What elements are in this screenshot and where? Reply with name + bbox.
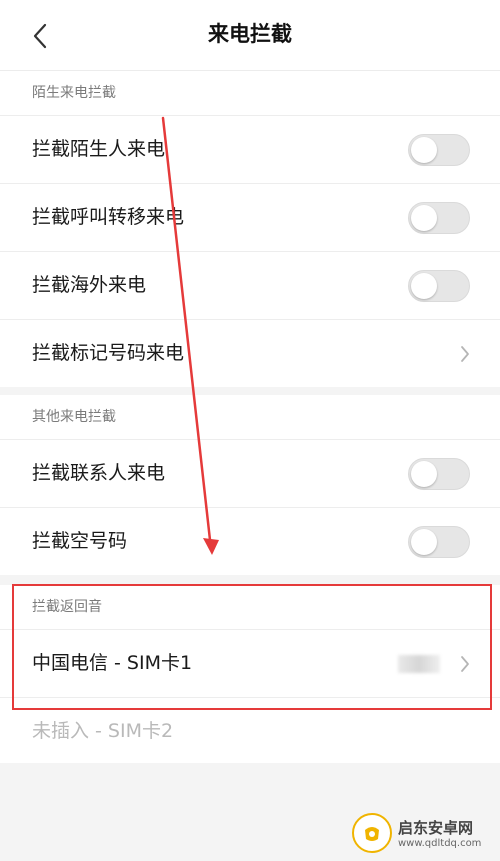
row-label: 拦截呼叫转移来电 — [32, 206, 185, 228]
call-blocking-screen: 来电拦截 陌生来电拦截 拦截陌生人来电 拦截呼叫转移来电 拦截海外来电 拦截标记… — [0, 0, 500, 861]
row-label: 拦截空号码 — [32, 530, 128, 552]
row-label: 拦截标记号码来电 — [32, 342, 185, 364]
toggle-knob — [411, 460, 437, 487]
toggle-block-overseas[interactable] — [408, 269, 470, 302]
row-label: 中国电信 - SIM卡1 — [32, 652, 193, 674]
row-block-forwarded[interactable]: 拦截呼叫转移来电 — [0, 184, 500, 252]
top-bar: 来电拦截 — [0, 0, 500, 71]
row-label: 拦截陌生人来电 — [32, 138, 166, 160]
row-sim2: 未插入 - SIM卡2 — [0, 698, 500, 765]
toggle-block-empty-number[interactable] — [408, 525, 470, 558]
row-label: 未插入 - SIM卡2 — [32, 720, 174, 742]
section-other-calls: 其他来电拦截 拦截联系人来电 拦截空号码 — [0, 395, 500, 575]
toggle-knob — [411, 528, 437, 555]
section-header: 陌生来电拦截 — [0, 71, 500, 116]
section-header: 拦截返回音 — [0, 585, 500, 630]
row-label: 拦截联系人来电 — [32, 462, 166, 484]
row-label: 拦截海外来电 — [32, 274, 147, 296]
toggle-knob — [411, 272, 437, 299]
section-stranger-calls: 陌生来电拦截 拦截陌生人来电 拦截呼叫转移来电 拦截海外来电 拦截标记号码来电 — [0, 71, 500, 387]
blurred-value — [398, 654, 440, 673]
toggle-block-forwarded[interactable] — [408, 201, 470, 234]
row-block-empty-number[interactable]: 拦截空号码 — [0, 508, 500, 575]
toggle-knob — [411, 204, 437, 231]
page-title: 来电拦截 — [208, 22, 292, 46]
row-block-strangers[interactable]: 拦截陌生人来电 — [0, 116, 500, 184]
toggle-block-strangers[interactable] — [408, 133, 470, 166]
chevron-right-icon — [458, 654, 472, 674]
section-return-tone: 拦截返回音 中国电信 - SIM卡1 未插入 - SIM卡2 — [0, 585, 500, 763]
watermark-url: www.qdltdq.com — [398, 838, 482, 849]
row-block-marked[interactable]: 拦截标记号码来电 — [0, 320, 500, 387]
watermark-logo-icon — [352, 813, 392, 853]
section-header: 其他来电拦截 — [0, 395, 500, 440]
chevron-right-icon — [458, 344, 472, 364]
row-block-overseas[interactable]: 拦截海外来电 — [0, 252, 500, 320]
toggle-block-contacts[interactable] — [408, 457, 470, 490]
row-block-contacts[interactable]: 拦截联系人来电 — [0, 440, 500, 508]
watermark: 启东安卓网 www.qdltdq.com — [352, 811, 492, 855]
toggle-knob — [411, 136, 437, 163]
watermark-title: 启东安卓网 — [398, 819, 474, 837]
row-sim1[interactable]: 中国电信 - SIM卡1 — [0, 630, 500, 698]
